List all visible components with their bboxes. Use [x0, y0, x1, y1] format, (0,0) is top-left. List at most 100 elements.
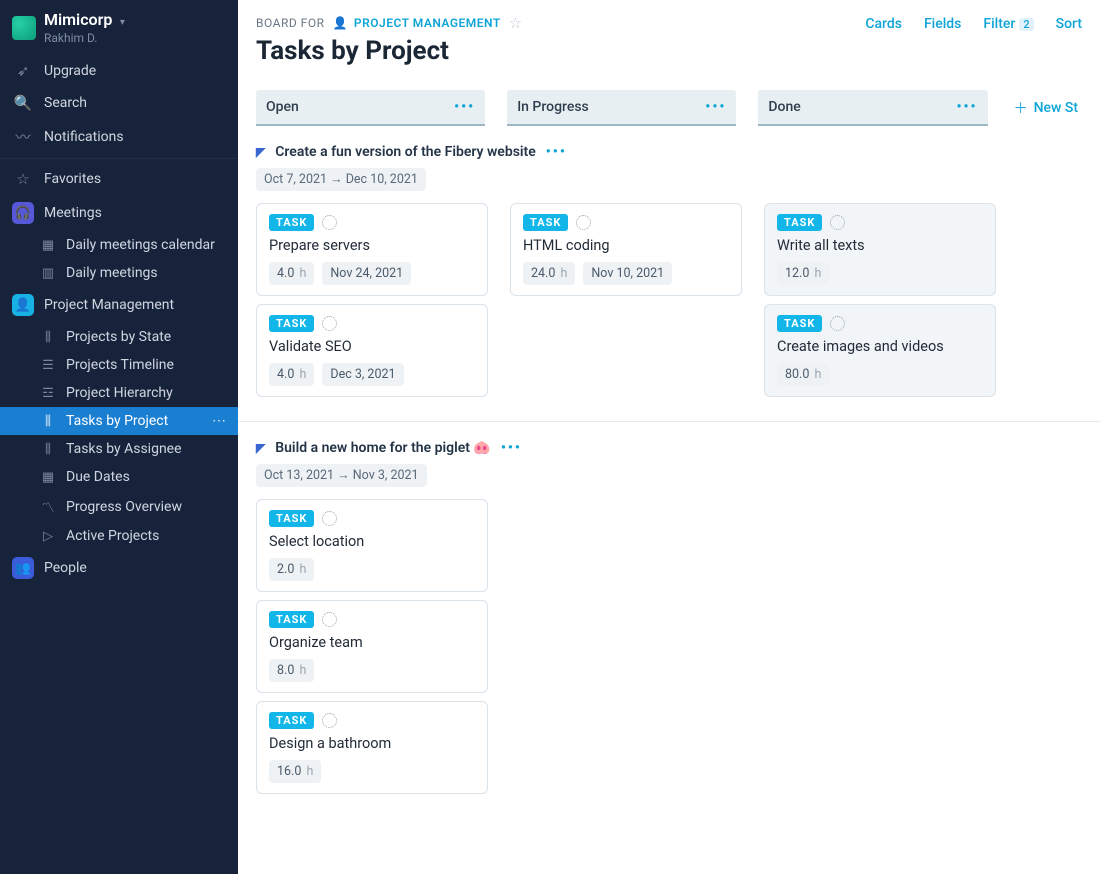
nav-project-hierarchy[interactable]: ☲ Project Hierarchy — [0, 379, 238, 407]
board: Open ••• In Progress ••• Done ••• ＋ New … — [238, 76, 1100, 874]
app-people[interactable]: 👥 People — [0, 550, 238, 586]
nav-due-dates[interactable]: ▦ Due Dates — [0, 463, 238, 491]
task-card[interactable]: TASK Write all texts 12.0 h — [764, 203, 996, 296]
swimlane-daterange: Oct 7, 2021 → Dec 10, 2021 — [256, 168, 426, 191]
task-card[interactable]: TASK Create images and videos 80.0 h — [764, 304, 996, 397]
column-label: Open — [266, 99, 299, 115]
nav-label: Daily meetings — [66, 265, 158, 281]
task-title: Prepare servers — [269, 237, 475, 254]
task-pill: TASK — [269, 611, 314, 628]
hours-chip: 80.0 h — [777, 363, 829, 386]
nav-daily-meetings[interactable]: ▥ Daily meetings — [0, 259, 238, 287]
more-icon[interactable]: ⋯ — [212, 413, 226, 429]
workspace-name: Mimicorp — [44, 10, 112, 29]
more-icon[interactable]: ••• — [501, 440, 522, 456]
nav-label: Daily meetings calendar — [66, 237, 215, 253]
task-card[interactable]: TASK Organize team 8.0 h — [256, 600, 488, 693]
nav-active-projects[interactable]: ▷ Active Projects — [0, 522, 238, 550]
app-project-management[interactable]: 👤 Project Management — [0, 287, 238, 323]
task-card[interactable]: TASK Validate SEO 4.0 h Dec 3, 2021 — [256, 304, 488, 397]
app-label: People — [44, 560, 87, 576]
sidebar-favorites[interactable]: ☆ Favorites — [0, 163, 238, 195]
view-toolbar: Cards Fields Filter 2 Sort — [865, 16, 1082, 32]
more-icon[interactable]: ••• — [454, 99, 475, 115]
person-icon: 👤 — [332, 16, 347, 30]
timeline-icon: ☰ — [40, 358, 56, 373]
nav-label: Project Hierarchy — [66, 385, 173, 401]
task-title: Select location — [269, 533, 475, 550]
sidebar-label: Notifications — [44, 129, 124, 145]
sidebar-search[interactable]: 🔍 Search — [0, 87, 238, 119]
activity-icon: 〰 — [14, 126, 32, 147]
nav-progress-overview[interactable]: 〽 Progress Overview — [0, 491, 238, 522]
board-icon: ⫼ — [40, 414, 56, 429]
crumb-project: PROJECT MANAGEMENT — [354, 16, 501, 30]
swimlane-title[interactable]: Build a new home for the piglet 🐽 — [275, 440, 491, 456]
hours-chip: 12.0 h — [777, 262, 829, 285]
swimlane-title[interactable]: Create a fun version of the Fibery websi… — [275, 144, 536, 160]
toolbar-cards[interactable]: Cards — [865, 16, 902, 32]
nav-tasks-by-project[interactable]: ⫼ Tasks by Project ⋯ — [0, 407, 238, 435]
toolbar-sort[interactable]: Sort — [1056, 16, 1082, 32]
column-label: Done — [768, 99, 800, 115]
lane-col-open: TASK Select location 2.0 h TASK Organize… — [256, 499, 488, 794]
more-icon[interactable]: ••• — [956, 99, 977, 115]
workspace-switcher[interactable]: Mimicorp ▾ Rakhim D. — [0, 0, 238, 55]
status-spinner-icon — [322, 612, 337, 627]
main: BOARD FOR 👤 PROJECT MANAGEMENT ☆ Tasks b… — [238, 0, 1100, 874]
nav-label: Progress Overview — [66, 499, 182, 515]
sidebar-label: Favorites — [44, 171, 101, 187]
lane-col-progress — [510, 499, 742, 794]
more-icon[interactable]: ••• — [705, 99, 726, 115]
play-icon: ▷ — [40, 529, 56, 544]
board-icon: ▥ — [40, 266, 56, 281]
column-label: In Progress — [517, 99, 589, 115]
nav-tasks-by-assignee[interactable]: ⫼ Tasks by Assignee — [0, 435, 238, 463]
task-pill: TASK — [269, 712, 314, 729]
task-card[interactable]: TASK Design a bathroom 16.0 h — [256, 701, 488, 794]
toolbar-fields[interactable]: Fields — [924, 16, 961, 32]
filter-count-badge: 2 — [1019, 18, 1033, 31]
topbar: BOARD FOR 👤 PROJECT MANAGEMENT ☆ Tasks b… — [238, 0, 1100, 76]
column-in-progress[interactable]: In Progress ••• — [507, 90, 736, 126]
task-card[interactable]: TASK Select location 2.0 h — [256, 499, 488, 592]
status-spinner-icon — [322, 511, 337, 526]
app-meetings[interactable]: 🎧 Meetings — [0, 195, 238, 231]
nav-projects-by-state[interactable]: ⫼ Projects by State — [0, 323, 238, 351]
task-pill: TASK — [269, 315, 314, 332]
search-icon: 🔍 — [14, 94, 32, 112]
column-open[interactable]: Open ••• — [256, 90, 485, 126]
columns-icon: ⫼ — [40, 330, 56, 345]
hours-chip: 2.0 h — [269, 558, 314, 581]
task-title: Organize team — [269, 634, 475, 651]
nav-projects-timeline[interactable]: ☰ Projects Timeline — [0, 351, 238, 379]
star-icon[interactable]: ☆ — [509, 14, 523, 32]
hours-chip: 4.0 h — [269, 363, 314, 386]
task-card[interactable]: TASK HTML coding 24.0 h Nov 10, 2021 — [510, 203, 742, 296]
page-title: Tasks by Project — [256, 36, 1082, 66]
task-title: Design a bathroom — [269, 735, 475, 752]
toolbar-filter[interactable]: Filter 2 — [983, 16, 1033, 32]
task-title: Create images and videos — [777, 338, 983, 355]
status-spinner-icon — [322, 316, 337, 331]
status-spinner-icon — [322, 215, 337, 230]
nav-daily-meetings-calendar[interactable]: ▦ Daily meetings calendar — [0, 231, 238, 259]
task-title: Write all texts — [777, 237, 983, 254]
nav-label: Tasks by Assignee — [66, 441, 182, 457]
more-icon[interactable]: ••• — [546, 144, 567, 160]
crumb-prefix: BOARD FOR — [256, 16, 324, 30]
sidebar-upgrade[interactable]: ➶ Upgrade — [0, 55, 238, 87]
sidebar-notifications[interactable]: 〰 Notifications — [0, 119, 238, 154]
task-card[interactable]: TASK Prepare servers 4.0 h Nov 24, 2021 — [256, 203, 488, 296]
crumb-project-link[interactable]: 👤 PROJECT MANAGEMENT — [332, 16, 500, 30]
column-done[interactable]: Done ••• — [758, 90, 987, 126]
lane-col-done: TASK Write all texts 12.0 h TASK — [764, 203, 996, 397]
calendar-icon: ▦ — [40, 470, 56, 485]
swimlane: ◤ Create a fun version of the Fibery web… — [238, 144, 1100, 397]
task-pill: TASK — [777, 214, 822, 231]
star-icon: ☆ — [14, 170, 32, 188]
flag-icon: ◤ — [256, 145, 265, 159]
board-icon: ⫼ — [40, 442, 56, 457]
chevron-down-icon: ▾ — [120, 17, 125, 28]
add-column-button[interactable]: ＋ New St — [1010, 90, 1082, 126]
